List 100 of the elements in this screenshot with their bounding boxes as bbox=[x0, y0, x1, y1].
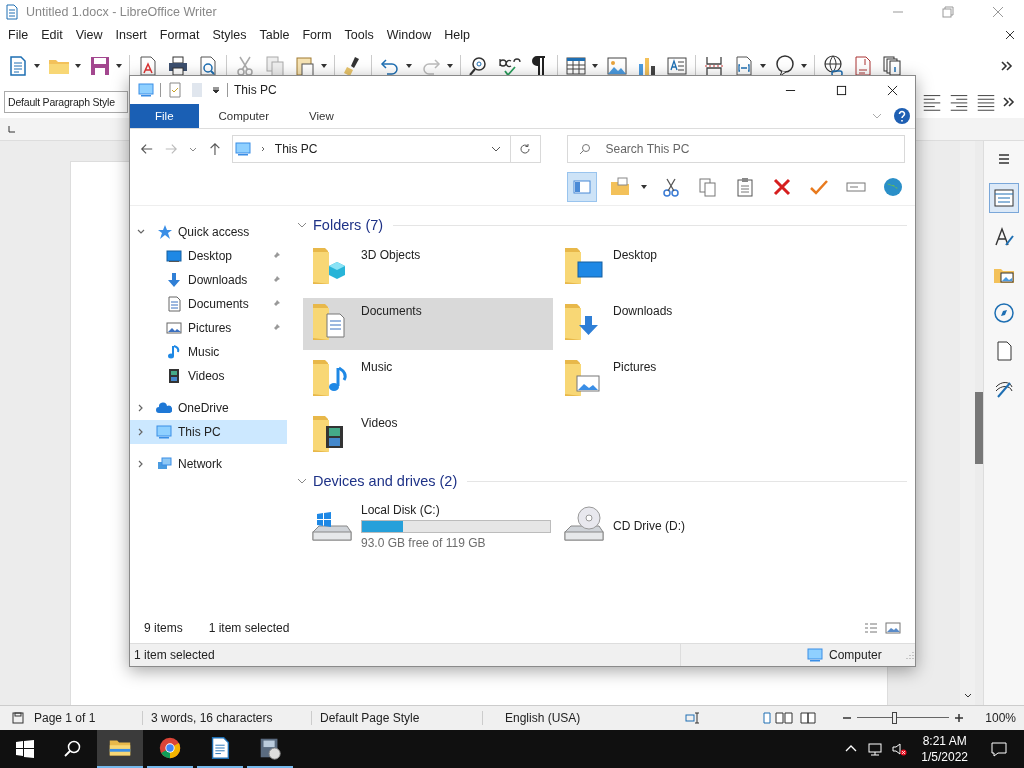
menu-item[interactable]: File bbox=[4, 28, 38, 42]
caret-icon[interactable] bbox=[800, 62, 808, 70]
caret-icon[interactable] bbox=[74, 62, 82, 70]
notifications-icon[interactable] bbox=[990, 740, 1008, 758]
caret-icon[interactable] bbox=[405, 62, 413, 70]
customize-toolbar-icon[interactable] bbox=[211, 85, 221, 95]
volume-muted-icon[interactable] bbox=[891, 741, 908, 757]
network-icon bbox=[156, 456, 172, 472]
search-icon[interactable] bbox=[63, 739, 83, 759]
more-tools-icon[interactable] bbox=[1002, 95, 1016, 109]
ribbon-tab[interactable]: View bbox=[289, 104, 354, 128]
drive-tile[interactable]: Local Disk (C:) 93.0 GB free of 119 GB bbox=[303, 498, 553, 550]
paragraph-style-field[interactable]: Default Paragraph Style bbox=[4, 91, 128, 113]
hyperlink-icon[interactable] bbox=[821, 54, 845, 78]
navigation-item[interactable]: Documents bbox=[130, 292, 287, 316]
menu-item[interactable]: Help bbox=[440, 28, 479, 42]
navigation-item[interactable]: Pictures bbox=[130, 316, 287, 340]
navigation-item[interactable]: Music bbox=[130, 340, 287, 364]
chevron-down-icon[interactable] bbox=[297, 220, 307, 230]
up-icon[interactable] bbox=[207, 142, 222, 156]
start-icon[interactable] bbox=[15, 739, 35, 759]
folder-tile[interactable]: Downloads bbox=[555, 298, 805, 350]
sidebar-handle[interactable] bbox=[975, 392, 983, 464]
menu-item[interactable]: Window bbox=[382, 28, 441, 42]
caret-icon[interactable] bbox=[446, 62, 454, 70]
more-tools-icon[interactable] bbox=[1000, 59, 1014, 73]
taskbar-app-button[interactable] bbox=[97, 730, 143, 768]
folder-tile[interactable]: Videos bbox=[303, 410, 553, 462]
caret-icon[interactable] bbox=[115, 62, 123, 70]
print-icon[interactable] bbox=[166, 54, 190, 78]
folder-tile[interactable]: 3D Objects bbox=[303, 242, 553, 294]
preview-pane-icon[interactable] bbox=[567, 172, 597, 202]
caret-icon[interactable] bbox=[591, 62, 599, 70]
selection-mode-icon[interactable] bbox=[685, 710, 701, 726]
chevron-down-icon[interactable] bbox=[297, 476, 307, 486]
status-text: 1 item selected bbox=[134, 648, 216, 662]
resize-grip-icon[interactable] bbox=[905, 650, 915, 660]
clock-date[interactable]: 1/5/2022 bbox=[921, 749, 968, 765]
ribbon-tab[interactable]: Computer bbox=[198, 104, 290, 128]
folder-tile[interactable]: Documents bbox=[303, 298, 553, 350]
single-page-view-icon[interactable] bbox=[761, 712, 774, 724]
navigation-item[interactable]: OneDrive bbox=[130, 396, 287, 420]
page-break-icon[interactable] bbox=[702, 54, 726, 78]
navigation-item[interactable]: Videos bbox=[130, 364, 287, 388]
ribbon-tab[interactable]: File bbox=[130, 104, 199, 128]
desktop-icon bbox=[166, 248, 182, 264]
menu-item[interactable]: Insert bbox=[111, 28, 156, 42]
help-icon[interactable] bbox=[893, 107, 911, 125]
computer-icon bbox=[138, 82, 154, 98]
menu-item[interactable]: Tools bbox=[340, 28, 383, 42]
multi-page-view-icon[interactable] bbox=[775, 712, 796, 724]
menu-item[interactable]: Table bbox=[255, 28, 299, 42]
pc-icon bbox=[156, 424, 172, 440]
properties-icon[interactable] bbox=[989, 183, 1019, 213]
network-icon[interactable] bbox=[867, 741, 884, 757]
downloads-icon bbox=[166, 272, 182, 288]
menu-item[interactable]: Format bbox=[155, 28, 209, 42]
group-heading[interactable]: Folders (7) bbox=[313, 217, 384, 233]
folder-tile[interactable]: Pictures bbox=[555, 354, 805, 406]
folder-tile[interactable]: Desktop bbox=[555, 242, 805, 294]
caret-icon[interactable] bbox=[320, 62, 328, 70]
item-name: Music bbox=[361, 360, 393, 374]
search-field[interactable]: Search This PC bbox=[566, 135, 905, 163]
table-icon[interactable] bbox=[564, 54, 588, 78]
menu-item[interactable]: Edit bbox=[37, 28, 72, 42]
clock-time[interactable]: 8:21 AM bbox=[922, 733, 967, 749]
zoom-slider-thumb[interactable] bbox=[892, 712, 898, 724]
menu-item[interactable]: Form bbox=[298, 28, 341, 42]
text-box-icon[interactable] bbox=[665, 54, 689, 78]
caret-icon[interactable] bbox=[33, 62, 41, 70]
music-icon bbox=[166, 344, 182, 360]
vertical-scrollbar[interactable] bbox=[960, 141, 975, 705]
documents-icon bbox=[166, 296, 182, 312]
image-icon[interactable] bbox=[605, 54, 629, 78]
drive-tile[interactable]: CD Drive (D:) bbox=[555, 498, 805, 550]
large-icons-view-icon[interactable] bbox=[885, 620, 901, 636]
navigation-item[interactable]: Network bbox=[130, 452, 287, 476]
address-field[interactable]: This PC bbox=[231, 135, 511, 163]
folder-tile[interactable]: Music bbox=[303, 354, 553, 406]
menu-item[interactable]: View bbox=[71, 28, 112, 42]
back-icon[interactable] bbox=[140, 142, 154, 156]
caret-icon[interactable] bbox=[759, 62, 767, 70]
save-status-icon bbox=[12, 712, 24, 724]
tab-stop-icon[interactable] bbox=[8, 125, 16, 133]
pictures-icon bbox=[166, 320, 182, 336]
caret-icon[interactable] bbox=[640, 183, 648, 191]
navigation-item[interactable]: This PC bbox=[130, 420, 287, 444]
navigation-item[interactable]: Downloads bbox=[130, 268, 287, 292]
refresh-button[interactable] bbox=[510, 135, 541, 163]
zoom-in-icon[interactable] bbox=[953, 712, 966, 724]
close-document-icon[interactable] bbox=[1004, 29, 1016, 41]
save-icon[interactable] bbox=[88, 54, 112, 78]
group-heading[interactable]: Devices and drives (2) bbox=[313, 473, 458, 489]
menu-item[interactable]: Styles bbox=[208, 28, 256, 42]
zoom-slider[interactable] bbox=[857, 711, 950, 725]
shape-icon[interactable] bbox=[773, 54, 797, 78]
item-count: 9 items bbox=[144, 621, 183, 635]
page-count: Page 1 of 1 bbox=[34, 711, 97, 725]
navigation-item[interactable]: Desktop bbox=[130, 244, 287, 268]
navigation-item[interactable]: Quick access bbox=[130, 220, 287, 244]
